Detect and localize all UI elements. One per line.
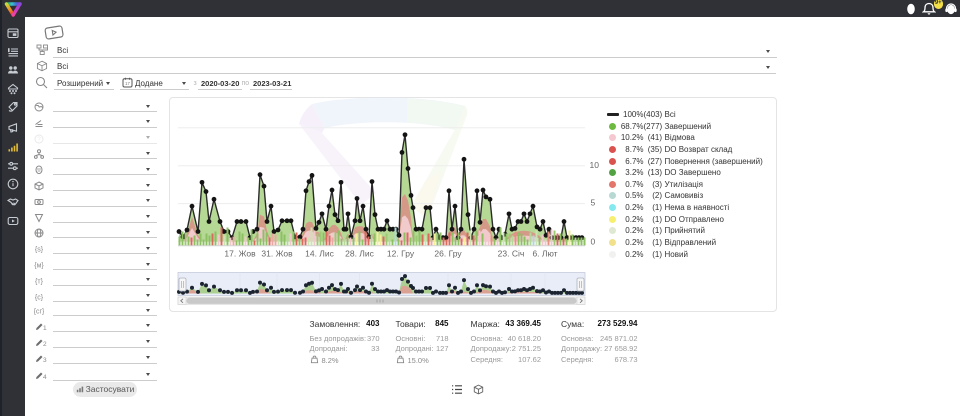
svg-text:{s}: {s} — [35, 247, 44, 254]
svg-text:10: 10 — [590, 160, 600, 170]
svg-text:0: 0 — [591, 237, 596, 247]
svg-text:17. Жов: 17. Жов — [224, 249, 256, 259]
svg-text:{сг}: {сг} — [34, 309, 44, 316]
svg-text:6. Лют: 6. Лют — [532, 249, 557, 259]
svg-text:12. Гру: 12. Гру — [387, 249, 415, 259]
svg-text:{т}: {т} — [35, 278, 44, 285]
svg-text:17: 17 — [125, 81, 130, 86]
svg-text:{с}: {с} — [35, 294, 44, 301]
svg-text:14. Лис: 14. Лис — [305, 249, 335, 259]
svg-text:28. Лис: 28. Лис — [345, 249, 375, 259]
svg-text:{м}: {м} — [34, 263, 44, 270]
svg-text:5: 5 — [591, 198, 596, 208]
svg-text:31. Жов: 31. Жов — [261, 249, 293, 259]
svg-text:23. Січ: 23. Січ — [498, 249, 525, 259]
svg-text:26. Гру: 26. Гру — [434, 249, 462, 259]
